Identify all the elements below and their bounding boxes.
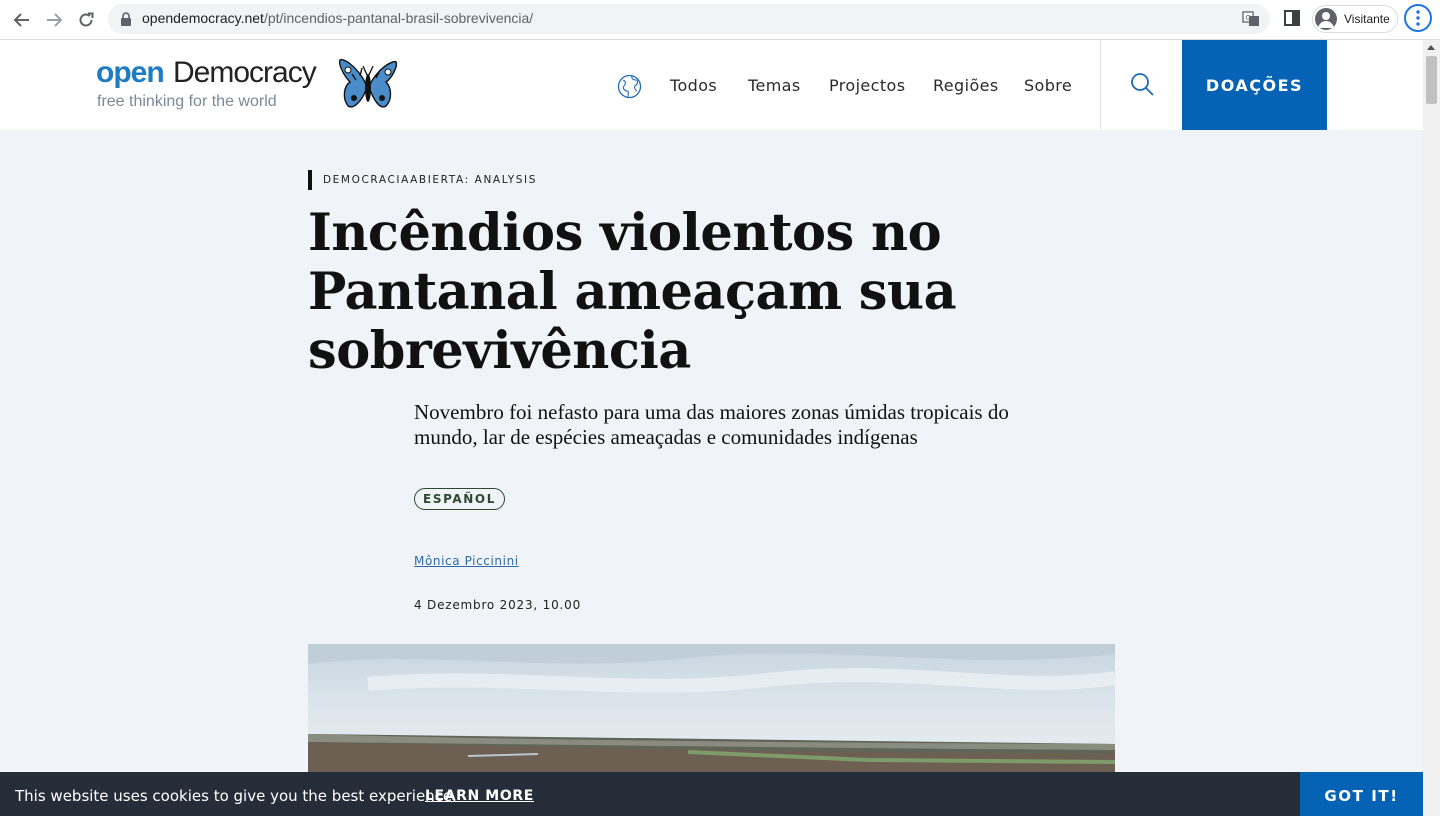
accept-cookies-button[interactable]: GOT IT! (1300, 772, 1423, 816)
reload-icon (79, 12, 94, 27)
author-link[interactable]: Mônica Piccinini (414, 554, 519, 568)
profile-label: Visitante (1344, 12, 1390, 26)
header-divider (1100, 40, 1101, 130)
scroll-thumb[interactable] (1426, 56, 1437, 104)
logo-tagline: free thinking for the world (97, 93, 277, 110)
page-scrollbar[interactable] (1423, 40, 1440, 816)
learn-more-link[interactable]: LEARN MORE (425, 788, 534, 804)
svg-text:G: G (1246, 14, 1251, 22)
arrow-left-icon (13, 13, 29, 27)
article-subtitle: Novembro foi nefasto para uma das maiore… (414, 400, 1009, 449)
reload-button[interactable] (73, 7, 99, 33)
translate-icon[interactable]: G (1242, 10, 1260, 28)
address-bar[interactable]: opendemocracy.net/pt/incendios-pantanal-… (108, 4, 1270, 34)
arrow-right-icon (47, 13, 63, 27)
forward-button[interactable] (41, 7, 67, 33)
avatar-icon (1315, 8, 1337, 30)
logo-open-text[interactable]: open (96, 56, 165, 90)
more-vertical-icon (1416, 10, 1420, 26)
url-text: opendemocracy.net/pt/incendios-pantanal-… (142, 10, 533, 26)
browser-toolbar: opendemocracy.net/pt/incendios-pantanal-… (0, 0, 1440, 40)
logo-democracy-text[interactable]: Democracy (173, 56, 317, 90)
article-title: Incêndios violentos no Pantanal ameaçam … (308, 203, 957, 381)
search-icon[interactable] (1128, 70, 1156, 98)
site-header: open Democracy free thinking for the wor… (0, 40, 1423, 130)
cookie-message: This website uses cookies to give you th… (15, 787, 457, 805)
back-button[interactable] (9, 7, 35, 33)
butterfly-logo-icon[interactable] (336, 54, 400, 114)
lock-icon (121, 12, 131, 26)
language-tag[interactable]: ESPAÑOL (414, 488, 505, 510)
url-host: opendemocracy.net (142, 10, 264, 26)
profile-button[interactable]: Visitante (1312, 5, 1398, 33)
globe-icon[interactable] (617, 74, 642, 99)
scroll-up-arrow-icon[interactable] (1427, 45, 1435, 50)
pantanal-landscape-image (308, 644, 1115, 772)
kicker-bar (308, 170, 312, 190)
browser-menu-button[interactable] (1404, 4, 1432, 32)
cookie-banner: This website uses cookies to give you th… (0, 772, 1423, 816)
article-kicker[interactable]: DEMOCRACIAABIERTA: ANALYSIS (323, 174, 537, 186)
side-panel-icon[interactable] (1284, 10, 1300, 26)
nav-projectos[interactable]: Projectos (829, 76, 905, 95)
url-path: /pt/incendios-pantanal-brasil-sobreviven… (263, 10, 534, 26)
nav-sobre[interactable]: Sobre (1024, 76, 1072, 95)
nav-temas[interactable]: Temas (748, 76, 801, 95)
nav-todos[interactable]: Todos (670, 76, 717, 95)
article-date: 4 Dezembro 2023, 10.00 (414, 598, 582, 612)
hero-image (308, 644, 1115, 772)
donate-button[interactable]: DOAÇÕES (1182, 40, 1327, 130)
nav-regioes[interactable]: Regiões (933, 76, 999, 95)
